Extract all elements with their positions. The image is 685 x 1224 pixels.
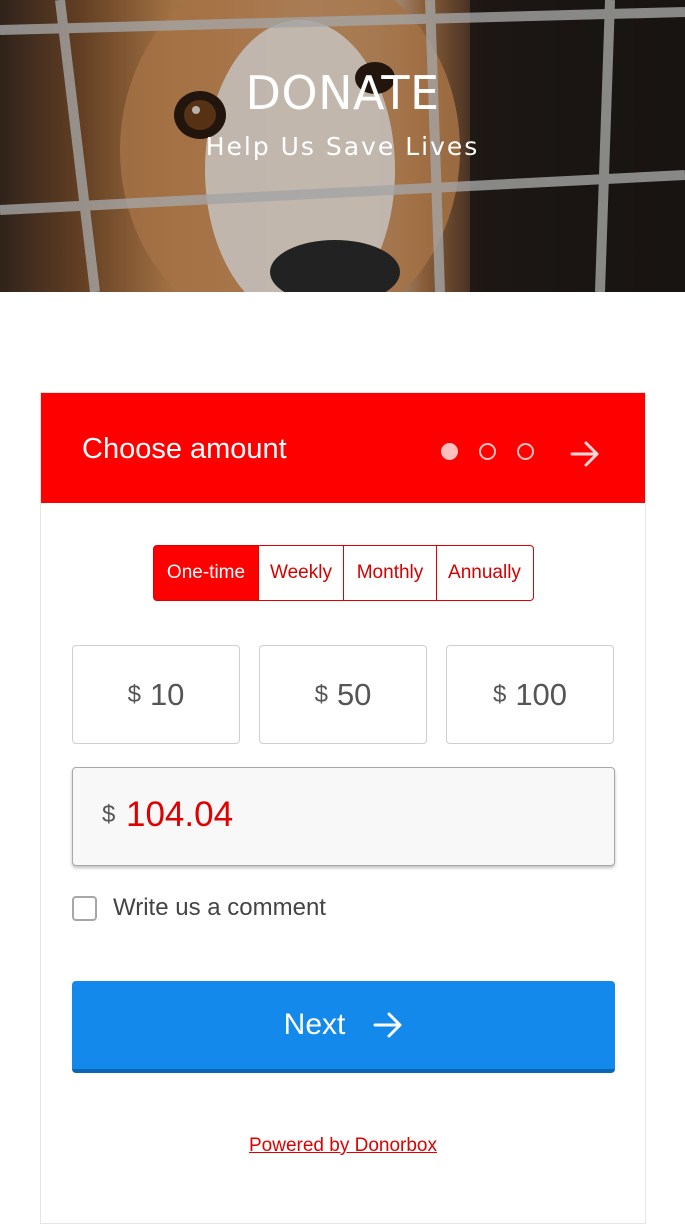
amount-value: 100 — [515, 676, 568, 712]
hero-title: DONATE — [245, 66, 440, 120]
next-step-arrow-icon[interactable] — [569, 439, 601, 469]
hero-banner: DONATE Help Us Save Lives — [0, 0, 685, 292]
currency-symbol: $ — [314, 680, 328, 708]
step-indicator-3 — [517, 443, 534, 460]
powered-by-link[interactable]: Powered by Donorbox — [41, 1135, 645, 1157]
custom-amount-value[interactable]: 104.04 — [126, 795, 233, 835]
currency-symbol: $ — [492, 680, 507, 708]
frequency-weekly[interactable]: Weekly — [257, 545, 345, 601]
amount-option-10[interactable]: $ 10 — [72, 645, 240, 744]
donation-form: Choose amount One-time Weekly Monthly An… — [40, 392, 646, 1224]
next-button[interactable]: Next — [72, 981, 615, 1073]
currency-symbol: $ — [127, 680, 141, 708]
form-title: Choose amount — [82, 433, 287, 465]
form-header: Choose amount — [41, 393, 645, 503]
amount-value: 50 — [336, 676, 372, 712]
currency-symbol: $ — [102, 801, 116, 828]
comment-checkbox[interactable] — [72, 895, 97, 921]
arrow-right-icon — [373, 1012, 402, 1038]
frequency-annually[interactable]: Annually — [435, 545, 534, 601]
amount-option-100[interactable]: $ 100 — [446, 645, 614, 744]
hero-subtitle: Help Us Save Lives — [205, 132, 480, 161]
custom-amount-input[interactable]: $ 104.04 — [72, 767, 615, 866]
amount-option-50[interactable]: $ 50 — [259, 645, 427, 744]
step-indicator-1 — [441, 443, 458, 460]
comment-label[interactable]: Write us a comment — [113, 894, 326, 922]
step-indicator-2 — [479, 443, 496, 460]
frequency-monthly[interactable]: Monthly — [343, 545, 437, 601]
frequency-one-time[interactable]: One-time — [153, 545, 259, 601]
amount-value: 10 — [149, 676, 185, 712]
next-button-label: Next — [283, 1008, 346, 1041]
comment-option[interactable]: Write us a comment — [72, 893, 326, 923]
frequency-selector: One-time Weekly Monthly Annually — [153, 545, 534, 601]
